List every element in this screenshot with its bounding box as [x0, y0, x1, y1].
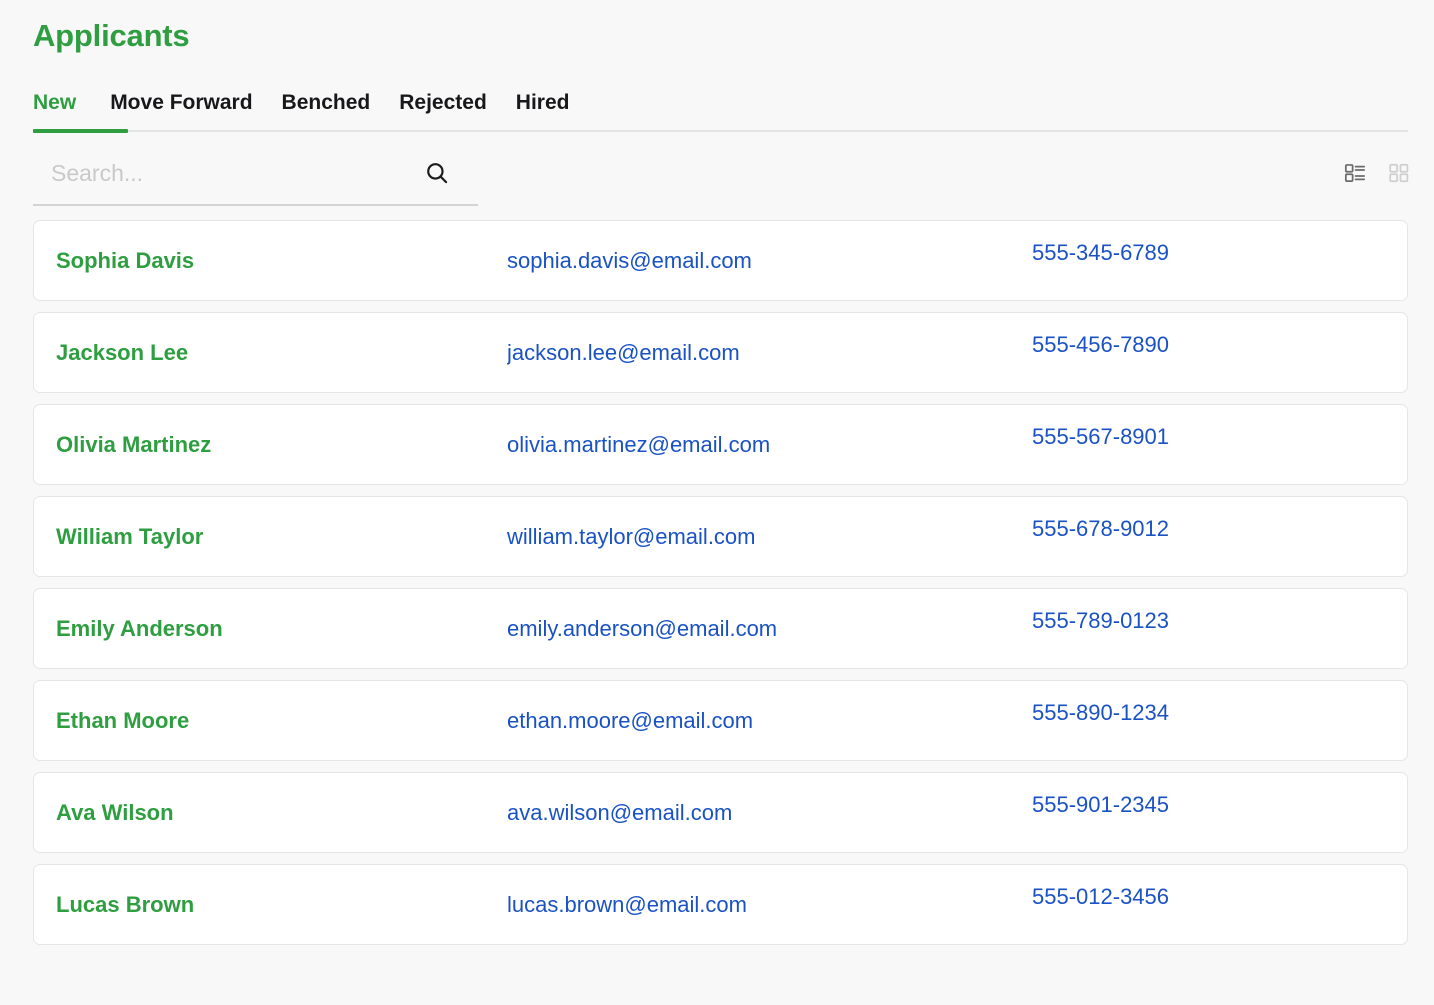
applicant-name[interactable]: Lucas Brown — [34, 892, 507, 918]
tab-list: New Move Forward Benched Rejected Hired — [33, 76, 1408, 116]
applicant-name[interactable]: Ethan Moore — [34, 708, 507, 734]
applicant-name[interactable]: Sophia Davis — [34, 248, 507, 274]
applicant-email[interactable]: ava.wilson@email.com — [507, 800, 1032, 826]
search-input[interactable] — [33, 159, 403, 195]
applicant-name[interactable]: Jackson Lee — [34, 340, 507, 366]
tab-new[interactable]: New — [33, 90, 110, 116]
page-title: Applicants — [33, 18, 190, 53]
applicant-name[interactable]: William Taylor — [34, 524, 507, 550]
search-icon[interactable] — [424, 160, 450, 186]
applicant-row[interactable]: Ava Wilson ava.wilson@email.com 555-901-23… — [33, 772, 1408, 853]
list-view-button[interactable] — [1344, 162, 1366, 184]
applicant-row[interactable]: William Taylor william.taylor@email.com 55… — [33, 496, 1408, 577]
applicant-email[interactable]: lucas.brown@email.com — [507, 892, 1032, 918]
applicant-name[interactable]: Olivia Martinez — [34, 432, 507, 458]
applicant-row[interactable]: Sophia Davis sophia.davis@email.com 555-34… — [33, 220, 1408, 301]
applicant-phone[interactable]: 555-567-8901 — [1032, 424, 1407, 450]
applicant-email[interactable]: william.taylor@email.com — [507, 524, 1032, 550]
tab-hired[interactable]: Hired — [516, 90, 599, 116]
applicant-email[interactable]: emily.anderson@email.com — [507, 616, 1032, 642]
applicant-email[interactable]: jackson.lee@email.com — [507, 340, 1032, 366]
tab-benched[interactable]: Benched — [282, 90, 400, 116]
grid-view-button[interactable] — [1388, 162, 1410, 184]
tabs-section: New Move Forward Benched Rejected Hired — [33, 76, 1408, 133]
applicant-row[interactable]: Olivia Martinez olivia.martinez@email.com… — [33, 404, 1408, 485]
applicant-name[interactable]: Ava Wilson — [34, 800, 507, 826]
applicant-list: Sophia Davis sophia.davis@email.com 555-34… — [33, 220, 1408, 945]
applicant-email[interactable]: sophia.davis@email.com — [507, 248, 1032, 274]
view-toggle-group — [1344, 162, 1410, 184]
applicant-email[interactable]: ethan.moore@email.com — [507, 708, 1032, 734]
tab-rejected[interactable]: Rejected — [399, 90, 516, 116]
tab-move-forward[interactable]: Move Forward — [110, 90, 281, 116]
applicant-row[interactable]: Jackson Lee jackson.lee@email.com 555-456-… — [33, 312, 1408, 393]
applicant-phone[interactable]: 555-012-3456 — [1032, 884, 1407, 910]
applicant-phone[interactable]: 555-678-9012 — [1032, 516, 1407, 542]
search-box[interactable] — [33, 150, 478, 206]
applicant-phone[interactable]: 555-456-7890 — [1032, 332, 1407, 358]
applicant-phone[interactable]: 555-901-2345 — [1032, 792, 1407, 818]
grid-view-icon — [1388, 163, 1410, 187]
applicant-row[interactable]: Emily Anderson emily.anderson@email.com 55… — [33, 588, 1408, 669]
applicant-phone[interactable]: 555-789-0123 — [1032, 608, 1407, 634]
toolbar — [33, 132, 1410, 214]
applicant-name[interactable]: Emily Anderson — [34, 616, 507, 642]
list-view-icon — [1344, 164, 1366, 187]
applicant-row[interactable]: Lucas Brown lucas.brown@email.com 555-012-… — [33, 864, 1408, 945]
applicants-page: Applicants New Move Forward Benched Rejecte… — [0, 0, 1434, 1005]
applicant-row[interactable]: Ethan Moore ethan.moore@email.com 555-890-… — [33, 680, 1408, 761]
applicant-phone[interactable]: 555-345-6789 — [1032, 240, 1407, 266]
applicant-phone[interactable]: 555-890-1234 — [1032, 700, 1407, 726]
applicant-email[interactable]: olivia.martinez@email.com — [507, 432, 1032, 458]
